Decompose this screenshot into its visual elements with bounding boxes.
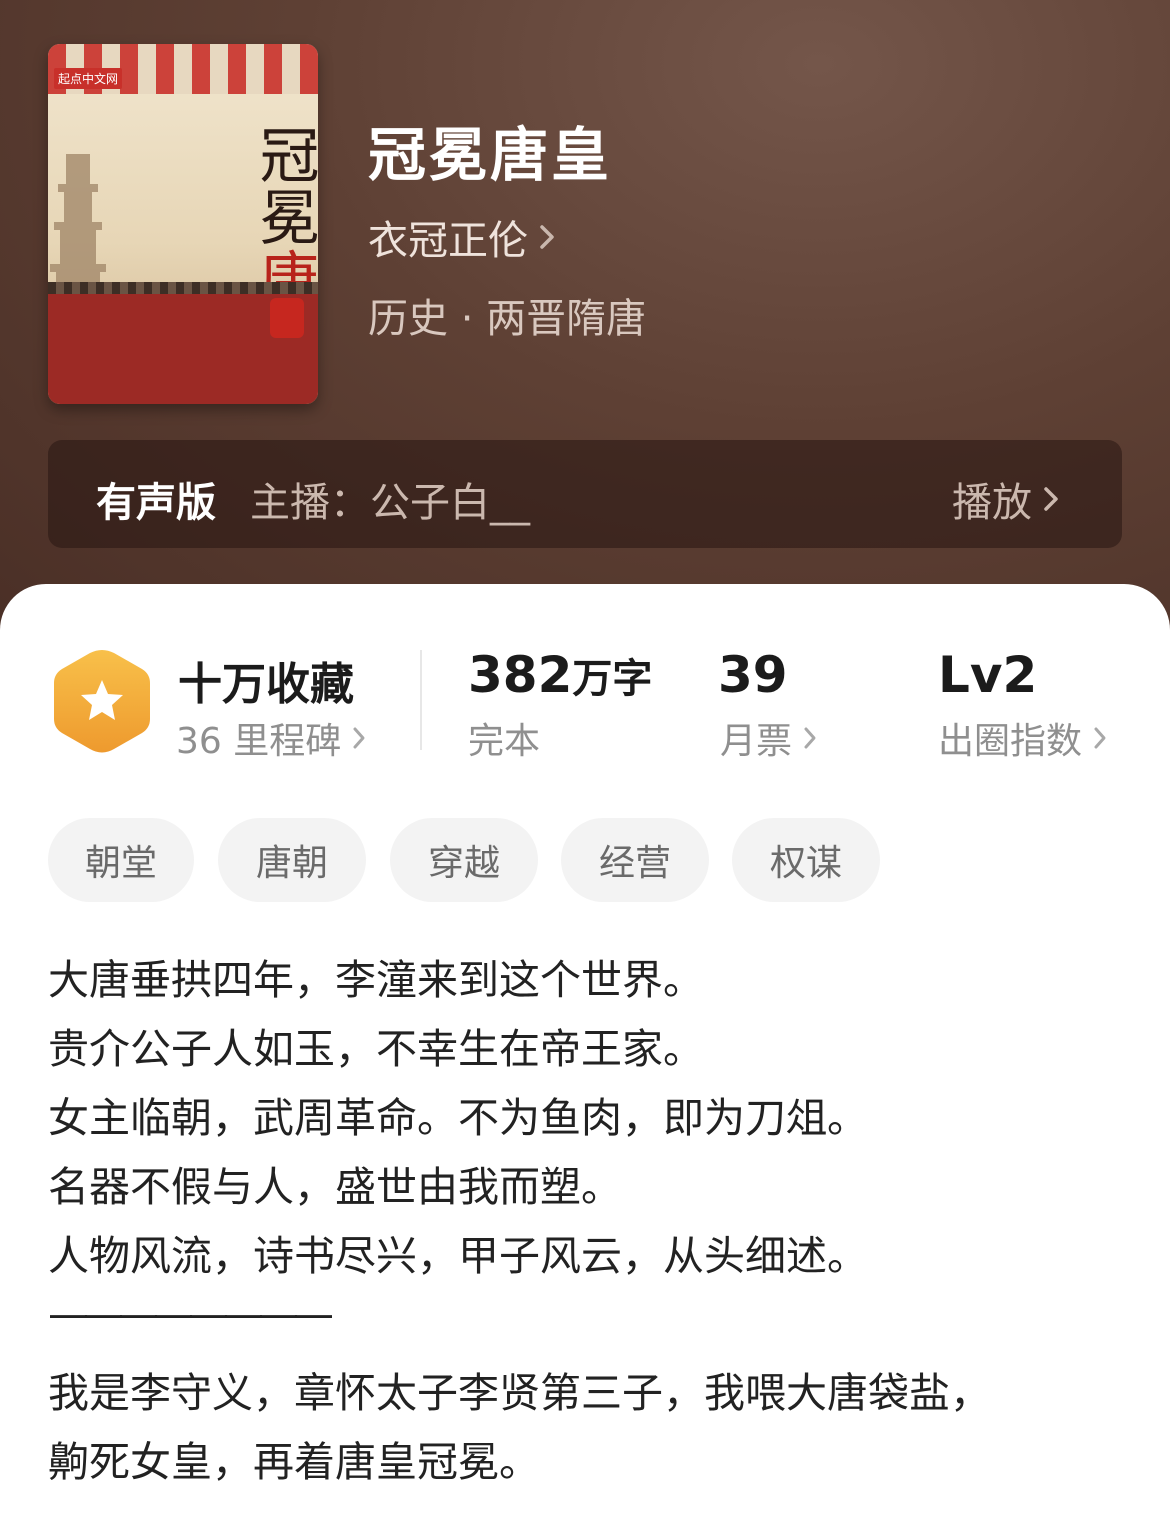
chevron-right-icon <box>353 727 365 749</box>
author-name: 衣冠正伦 <box>368 218 528 264</box>
milestones-label: 36 里程碑 <box>176 721 342 762</box>
play-button[interactable]: 播放 <box>952 470 1062 528</box>
tag-chip[interactable]: 经营 <box>561 818 709 902</box>
monthly-votes-label: 月票 <box>720 721 793 762</box>
star-badge-icon <box>54 650 150 753</box>
popularity-index-label: 出圈指数 <box>938 721 1083 762</box>
description-line: 女主临朝，武周革命。不为鱼肉，即为刀俎。 <box>48 1094 868 1142</box>
audio-version-label: 有声版 <box>96 480 216 526</box>
popularity-index-link[interactable]: 出圈指数 <box>938 712 1110 764</box>
monthly-votes-count: 39 <box>718 646 788 704</box>
word-count: 382万字 <box>468 646 652 704</box>
book-cover[interactable]: 起点中文网 冠冕唐皇 <box>48 44 318 404</box>
author-link[interactable]: 衣冠正伦 <box>368 208 558 266</box>
tag-chip[interactable]: 穿越 <box>390 818 538 902</box>
chevron-right-icon <box>1044 487 1058 511</box>
description-line: 人物风流，诗书尽兴，甲子风云，从头细述。 <box>48 1232 868 1280</box>
favorites-count: 十万收藏 <box>178 659 354 710</box>
chevron-right-icon <box>804 727 816 749</box>
description-separator: ———————— <box>48 1290 334 1338</box>
chevron-right-icon <box>1094 727 1106 749</box>
tag-chip[interactable]: 唐朝 <box>218 818 366 902</box>
book-title: 冠冕唐皇 <box>368 121 613 189</box>
monthly-votes-link[interactable]: 月票 <box>720 712 820 764</box>
description-line: 大唐垂拱四年，李潼来到这个世界。 <box>48 956 704 1004</box>
chevron-right-icon <box>540 225 554 249</box>
cover-seal <box>270 298 304 338</box>
tag-chip[interactable]: 朝堂 <box>48 818 194 902</box>
description-line: 名器不假与人，盛世由我而塑。 <box>48 1163 622 1211</box>
play-label: 播放 <box>952 480 1032 526</box>
popularity-level: Lv2 <box>938 646 1038 704</box>
word-count-number: 382 <box>468 646 573 704</box>
stats-divider <box>420 650 422 750</box>
completion-status: 完本 <box>468 721 541 762</box>
description-line: 齁死女皇，再着唐皇冠冕。 <box>48 1438 540 1486</box>
tag-chip[interactable]: 权谋 <box>732 818 880 902</box>
book-category[interactable]: 历史 · 两晋隋唐 <box>368 286 646 344</box>
audio-host: 主播：公子白__ <box>250 480 530 526</box>
description-line: 我是李守义，章怀太子李贤第三子，我喂大唐袋盐， <box>48 1369 991 1417</box>
description-line: 贵介公子人如玉，不幸生在帝王家。 <box>48 1025 704 1073</box>
word-count-unit: 万字 <box>572 656 653 702</box>
milestones-link[interactable]: 36 里程碑 <box>176 712 369 764</box>
cover-brand-logo: 起点中文网 <box>54 68 123 89</box>
